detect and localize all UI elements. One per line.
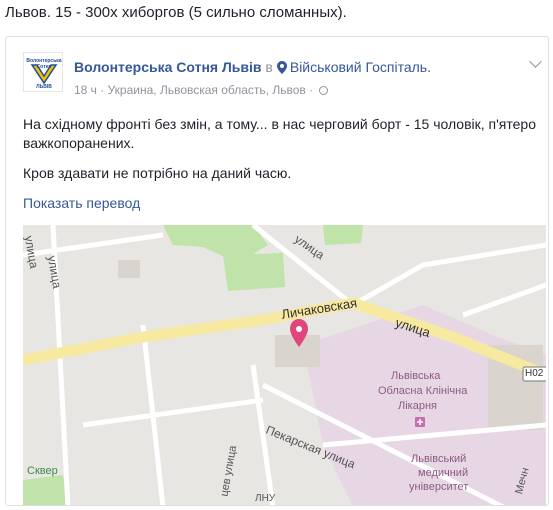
- map-label-skver: Сквер: [27, 465, 58, 477]
- park-area: [23, 475, 68, 505]
- map-graphic: [23, 225, 546, 505]
- logo-text-line-2: Сотня: [36, 64, 52, 70]
- post-paragraph-2: Кров здавати не потрібно на даний часю.: [23, 165, 292, 181]
- post-headline: Львов. 15 - 300х хиборгов (5 сильно слом…: [5, 4, 347, 21]
- park-area: [223, 253, 285, 291]
- translate-link[interactable]: Показать перевод: [23, 195, 140, 211]
- map-label-hospital-2: Обласна Клінічна: [378, 385, 468, 397]
- map-label-uni-2: медичний: [418, 467, 469, 479]
- map-label-hospital-3: Лікарня: [398, 400, 437, 412]
- post-meta: 18 ч · Украина, Львовская область, Львов…: [74, 83, 329, 97]
- logo-text-line-3: ЛЬВІВ: [36, 84, 52, 90]
- location-pin-icon: [276, 61, 287, 74]
- page-avatar[interactable]: Волонтерська Сотня ЛЬВІВ: [23, 52, 63, 92]
- post-timestamp-location[interactable]: 18 ч · Украина, Львовская область, Львов…: [74, 83, 313, 97]
- post-body: На східному фронті без змін, а тому... в…: [23, 115, 543, 194]
- map-label-uni-3: університет: [409, 481, 469, 493]
- map-label-lnu: ЛНУ: [255, 493, 276, 504]
- in-word: в: [265, 59, 273, 75]
- location-map[interactable]: Личаковская улица улица Пекарская улица …: [23, 225, 546, 505]
- globe-icon: [319, 86, 329, 95]
- hospital-icon: [415, 417, 425, 427]
- map-label-uni-1: Львівський: [411, 453, 467, 465]
- post-paragraph-1: На східному фронті без змін, а тому... в…: [23, 116, 536, 151]
- post-author-line: Волонтерська Сотня Львів в Військовий Гос…: [74, 59, 431, 75]
- chevron-down-icon[interactable]: [529, 55, 542, 68]
- map-label-road-code: Н02: [525, 368, 544, 379]
- place-link[interactable]: Військовий Госпіталь.: [290, 59, 431, 75]
- author-link[interactable]: Волонтерська Сотня Львів: [74, 59, 262, 75]
- park-area: [323, 225, 363, 245]
- building: [118, 260, 140, 278]
- map-label-hospital-1: Львівська: [391, 370, 441, 382]
- facebook-post-card: Волонтерська Сотня ЛЬВІВ Волонтерська Со…: [5, 36, 549, 506]
